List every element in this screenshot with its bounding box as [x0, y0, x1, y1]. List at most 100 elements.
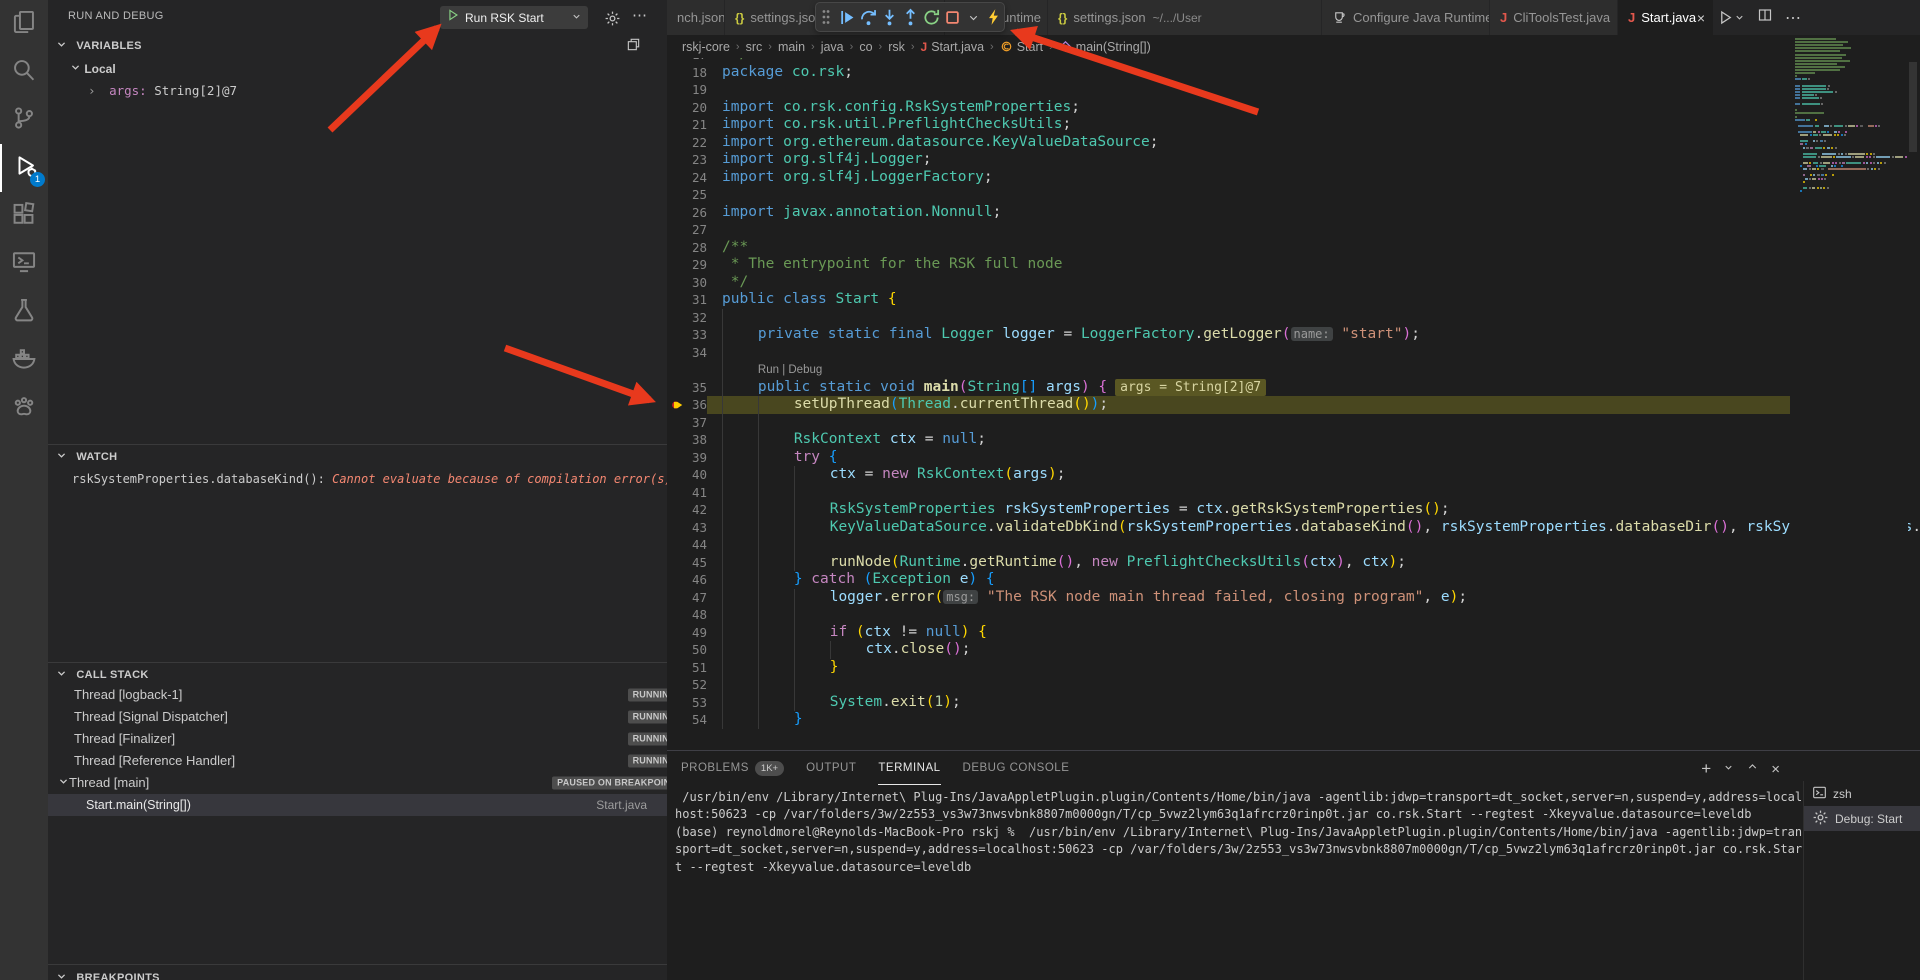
code-line-37[interactable]: 37: [667, 414, 1920, 432]
code-line-42[interactable]: 42RskSystemProperties rskSystemPropertie…: [667, 501, 1920, 519]
code-line-35[interactable]: 35public static void main(String[] args)…: [667, 379, 1920, 397]
activity-item-remote-explorer[interactable]: [0, 240, 48, 288]
code-line-44[interactable]: 44: [667, 536, 1920, 554]
editor-scrollbar[interactable]: [1909, 62, 1917, 152]
run-config-dropdown[interactable]: Run RSK Start: [440, 6, 588, 29]
breadcrumb-item[interactable]: co: [859, 40, 872, 54]
code-line-28[interactable]: 28/**: [667, 239, 1920, 257]
code-line-38[interactable]: 38RskContext ctx = null;: [667, 431, 1920, 449]
code-line-25[interactable]: 25: [667, 186, 1920, 204]
continue-icon[interactable]: [838, 8, 857, 27]
editor-tab-clitoolstest-java[interactable]: JCliToolsTest.java: [1490, 0, 1618, 35]
watch-section-header[interactable]: WATCH: [48, 444, 667, 463]
terminal-item-zsh[interactable]: zsh: [1804, 781, 1920, 806]
more-actions-icon[interactable]: ⋯: [1785, 8, 1801, 28]
code-line-48[interactable]: 48: [667, 606, 1920, 624]
breadcrumb-item[interactable]: main: [778, 40, 805, 54]
code-line-23[interactable]: 23import org.slf4j.Logger;: [667, 151, 1920, 169]
breakpoints-section-header[interactable]: BREAKPOINTS: [48, 964, 667, 980]
code-line-40[interactable]: 40ctx = new RskContext(args);: [667, 466, 1920, 484]
codelens-row[interactable]: Run | Debug: [667, 361, 1920, 379]
terminal-item-debug[interactable]: Debug: Start: [1804, 806, 1920, 831]
activity-item-docker[interactable]: [0, 336, 48, 384]
code-line-39[interactable]: 39try {: [667, 449, 1920, 467]
code-line-19[interactable]: 19: [667, 81, 1920, 99]
code-line-33[interactable]: 33private static final Logger logger = L…: [667, 326, 1920, 344]
code-line-21[interactable]: 21import co.rsk.util.PreflightChecksUtil…: [667, 116, 1920, 134]
editor-tab-start-java[interactable]: JStart.java×: [1618, 0, 1714, 35]
run-play-icon[interactable]: [446, 8, 460, 27]
codelens-run-debug[interactable]: Run | Debug: [758, 364, 822, 376]
step-into-icon[interactable]: [880, 8, 899, 27]
breadcrumb-item[interactable]: rskj-core: [682, 40, 730, 54]
step-out-icon[interactable]: [901, 8, 920, 27]
code-line-32[interactable]: 32: [667, 309, 1920, 327]
code-line-20[interactable]: 20import co.rsk.config.RskSystemProperti…: [667, 99, 1920, 117]
activity-item-extensions[interactable]: [0, 192, 48, 240]
more-actions-icon[interactable]: ⋯: [632, 6, 647, 24]
stack-frame-row[interactable]: Start.main(String[]) Start.java 36:1: [48, 794, 705, 816]
activity-item-source-control[interactable]: [0, 96, 48, 144]
maximize-panel-icon[interactable]: [1746, 760, 1759, 778]
breadcrumb-item[interactable]: src: [746, 40, 763, 54]
chevron-down-icon[interactable]: [571, 9, 582, 27]
close-panel-icon[interactable]: ×: [1771, 761, 1780, 778]
code-line-47[interactable]: 47logger.error(msg: "The RSK node main t…: [667, 589, 1920, 607]
code-line-50[interactable]: 50ctx.close();: [667, 641, 1920, 659]
terminal-output[interactable]: /usr/bin/env /Library/Internet\ Plug-Ins…: [675, 789, 1803, 876]
thread-row[interactable]: Thread [logback-1]RUNNING: [48, 684, 693, 706]
thread-row[interactable]: Thread [Finalizer]RUNNING: [48, 728, 693, 750]
chevron-down-icon[interactable]: [1723, 760, 1734, 778]
activity-item-run-debug[interactable]: 1: [0, 144, 50, 192]
editor-tab-nch-json[interactable]: nch.json: [667, 0, 725, 35]
thread-row[interactable]: Thread [Reference Handler]RUNNING: [48, 750, 693, 772]
code-line-51[interactable]: 51}: [667, 659, 1920, 677]
code-line-31[interactable]: 31public class Start {: [667, 291, 1920, 309]
panel-tab-problems[interactable]: PROBLEMS1K+: [681, 751, 784, 785]
panel-tab-debug-console[interactable]: DEBUG CONSOLE: [963, 751, 1070, 785]
activity-item-testing[interactable]: [0, 288, 48, 336]
restart-icon[interactable]: [922, 8, 941, 27]
variables-scope-local[interactable]: Local: [48, 58, 689, 80]
panel-tab-terminal[interactable]: TERMINAL: [878, 751, 940, 785]
watch-expression[interactable]: rskSystemProperties.databaseKind(): Cann…: [48, 468, 691, 490]
activity-item-search[interactable]: [0, 48, 48, 96]
breadcrumb-item[interactable]: rsk: [888, 40, 905, 54]
hot-code-replace-icon[interactable]: [985, 8, 1004, 26]
breadcrumb-item[interactable]: JStart.java: [921, 40, 985, 54]
code-line-30[interactable]: 30 */: [667, 274, 1920, 292]
code-line-54[interactable]: 54}: [667, 711, 1920, 729]
code-line-18[interactable]: 18package co.rsk;: [667, 64, 1920, 82]
new-terminal-icon[interactable]: +: [1701, 759, 1711, 779]
breadcrumb[interactable]: rskj-core›src›main›java›co›rsk›JStart.ja…: [667, 35, 1790, 58]
editor-tab-configure-java-runtime[interactable]: Configure Java Runtime: [1322, 0, 1490, 35]
code-line-52[interactable]: 52: [667, 676, 1920, 694]
code-editor[interactable]: 17 */18package co.rsk;1920import co.rsk.…: [667, 0, 1920, 750]
code-line-22[interactable]: 22import org.ethereum.datasource.KeyValu…: [667, 134, 1920, 152]
code-line-24[interactable]: 24import org.slf4j.LoggerFactory;: [667, 169, 1920, 187]
code-line-29[interactable]: 29 * The entrypoint for the RSK full nod…: [667, 256, 1920, 274]
breadcrumb-item[interactable]: java: [821, 40, 844, 54]
gear-icon[interactable]: [604, 10, 621, 27]
breadcrumb-item[interactable]: main(String[]): [1059, 40, 1151, 54]
breadcrumb-item[interactable]: Start: [1000, 40, 1043, 54]
variables-section-header[interactable]: VARIABLES: [48, 38, 667, 52]
call-stack-section-header[interactable]: CALL STACK: [48, 662, 667, 681]
chevron-down-icon[interactable]: [964, 8, 983, 27]
restore-sections-icon[interactable]: [626, 37, 641, 52]
code-line-46[interactable]: 46} catch (Exception e) {: [667, 571, 1920, 589]
code-line-26[interactable]: 26import javax.annotation.Nonnull;: [667, 204, 1920, 222]
code-line-53[interactable]: 53System.exit(1);: [667, 694, 1920, 712]
code-line-36[interactable]: 36setUpThread(Thread.currentThread());: [667, 396, 1920, 414]
editor-tab-settings-json[interactable]: {}settings.json~/.../User: [1048, 0, 1322, 35]
code-line-41[interactable]: 41: [667, 484, 1920, 502]
stop-icon[interactable]: [943, 8, 962, 27]
step-over-icon[interactable]: [859, 8, 878, 27]
code-line-27[interactable]: 27: [667, 221, 1920, 239]
thread-row[interactable]: Thread [Signal Dispatcher]RUNNING: [48, 706, 693, 728]
minimap[interactable]: [1790, 35, 1908, 750]
thread-row[interactable]: Thread [main]PAUSED ON BREAKPOINT: [48, 772, 693, 794]
code-line-34[interactable]: 34: [667, 344, 1920, 362]
code-line-43[interactable]: 43KeyValueDataSource.validateDbKind(rskS…: [667, 519, 1920, 537]
close-icon[interactable]: ×: [1697, 10, 1705, 26]
